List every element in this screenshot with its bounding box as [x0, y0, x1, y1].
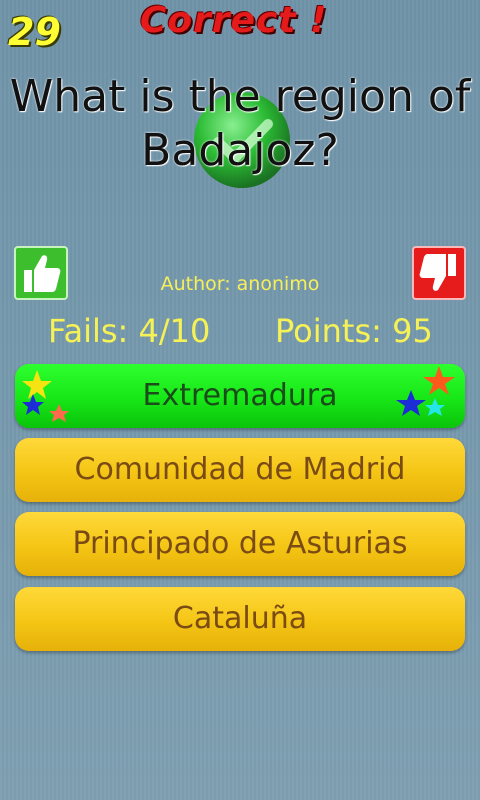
points-count: Points: 95	[275, 312, 433, 350]
question-text: What is the region of Badajoz?	[9, 71, 471, 176]
answer-label: Extremadura	[142, 378, 338, 413]
fails-count: Fails: 4/10	[48, 312, 211, 350]
stars-decoration-right	[396, 366, 455, 416]
author-label: Author: anonimo	[160, 273, 320, 295]
stars-decoration-left	[22, 370, 69, 422]
answer-button[interactable]: Principado de Asturias	[15, 512, 465, 576]
answer-button[interactable]: Cataluña	[15, 587, 465, 651]
result-label: Correct !	[140, 0, 328, 41]
question-counter: 29	[8, 10, 61, 54]
answer-button[interactable]: Extremadura	[15, 364, 465, 428]
answer-button[interactable]: Comunidad de Madrid	[15, 438, 465, 502]
